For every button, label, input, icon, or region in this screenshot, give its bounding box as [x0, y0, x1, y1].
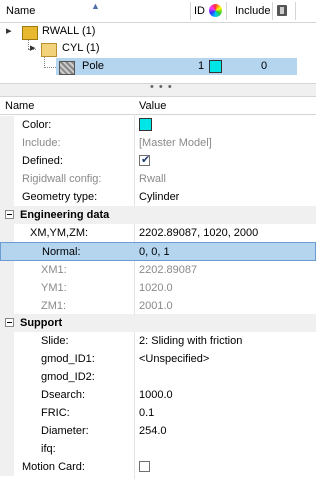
tree-row-cyl[interactable]: ▸ CYL (1) [0, 40, 316, 58]
prop-name: ZM1: [41, 300, 67, 312]
prop-row-ifq[interactable]: ifq: [0, 440, 316, 458]
section-title: Engineering data [20, 209, 110, 221]
prop-value: <Unspecified> [139, 353, 210, 365]
prop-name: Dsearch: [41, 389, 86, 401]
prop-name: Diameter: [41, 425, 89, 437]
property-grid-header: Name Value [0, 97, 316, 115]
prop-value: 2: Sliding with friction [139, 335, 243, 347]
section-engineering-data[interactable]: Engineering data [0, 206, 316, 224]
prop-name: Defined: [22, 155, 63, 167]
tree-label: Pole [82, 60, 105, 72]
tree-row-pole[interactable]: Pole 1 0 [0, 58, 316, 76]
rigidwall-icon [59, 61, 75, 75]
prop-value: 0.1 [139, 407, 155, 419]
collapse-section-icon[interactable] [5, 210, 14, 219]
splitter-grip: • • • [150, 81, 173, 93]
prop-name: XM,YM,ZM: [30, 227, 89, 239]
tree-header: ▲ Name ID Include [0, 0, 316, 23]
prop-value: 2202.89087, 1020, 2000 [139, 227, 259, 239]
prop-name: YM1: [41, 282, 67, 294]
prop-name: ifq: [41, 443, 56, 455]
prop-row-gmod-id1[interactable]: gmod_ID1: <Unspecified> [0, 350, 316, 368]
tree-column-name[interactable]: Name [6, 5, 35, 17]
section-support[interactable]: Support [0, 314, 316, 332]
prop-row-normal[interactable]: Normal: 0, 0, 1 [0, 242, 316, 261]
prop-row-dsearch[interactable]: Dsearch: 1000.0 [0, 386, 316, 404]
prop-row-defined[interactable]: Defined: ✔ [0, 152, 316, 170]
prop-row-geometry-type[interactable]: Geometry type: Cylinder [0, 188, 316, 206]
motion-card-checkbox[interactable] [139, 461, 150, 472]
prop-name: Normal: [42, 246, 81, 258]
prop-name: Rigidwall config: [22, 173, 102, 185]
prop-name: Color: [22, 119, 52, 131]
prop-row-motion-card[interactable]: Motion Card: [0, 458, 316, 476]
prop-value: 1020.0 [139, 282, 173, 294]
prop-row-color[interactable]: Color: [0, 116, 316, 134]
prop-value: 2202.89087 [139, 264, 198, 276]
prop-name: Motion Card: [22, 461, 85, 473]
prop-row-fric[interactable]: FRIC: 0.1 [0, 404, 316, 422]
prop-row-rigidwall-config[interactable]: Rigidwall config: Rwall [0, 170, 316, 188]
collapse-section-icon[interactable] [5, 318, 14, 327]
prop-row-slide[interactable]: Slide: 2: Sliding with friction [0, 332, 316, 350]
tree-column-include[interactable]: Include [235, 5, 270, 17]
prop-row-zm1[interactable]: ZM1: 2001.0 [0, 297, 316, 315]
color-swatch[interactable] [209, 60, 222, 73]
prop-row-xm1[interactable]: XM1: 2202.89087 [0, 261, 316, 279]
prop-value: 2001.0 [139, 300, 173, 312]
collapse-icon[interactable]: ▸ [30, 41, 36, 54]
folder-icon [22, 26, 38, 40]
prop-name: XM1: [41, 264, 67, 276]
prop-name: gmod_ID1: [41, 353, 95, 365]
prop-value: 0, 0, 1 [139, 246, 170, 258]
sort-ascending-icon[interactable]: ▲ [91, 1, 100, 11]
tree-column-id[interactable]: ID [194, 5, 205, 17]
part-icon[interactable] [277, 5, 287, 16]
tree-label: CYL (1) [62, 42, 100, 54]
color-wheel-icon[interactable] [209, 4, 222, 17]
prop-row-ym1[interactable]: YM1: 1020.0 [0, 279, 316, 297]
prop-row-diameter[interactable]: Diameter: 254.0 [0, 422, 316, 440]
defined-checkbox[interactable]: ✔ [139, 154, 150, 166]
section-title: Support [20, 317, 63, 329]
prop-row-include[interactable]: Include: [Master Model] [0, 134, 316, 152]
prop-name: Geometry type: [22, 191, 98, 203]
column-name-header[interactable]: Name [5, 100, 34, 112]
folder-icon [41, 43, 57, 57]
prop-row-xm-ym-zm[interactable]: XM,YM,ZM: 2202.89087, 1020, 2000 [0, 224, 316, 242]
prop-name: FRIC: [41, 407, 70, 419]
prop-value: Rwall [139, 173, 166, 185]
tree-label: RWALL (1) [42, 25, 96, 37]
prop-name: Include: [22, 137, 61, 149]
prop-name: Slide: [41, 335, 69, 347]
column-value-header[interactable]: Value [139, 100, 166, 112]
prop-value: [Master Model] [139, 137, 212, 149]
panel-splitter[interactable]: • • • [0, 81, 316, 97]
tree-row-rwall[interactable]: ▸ RWALL (1) [0, 23, 316, 41]
prop-value: Cylinder [139, 191, 180, 203]
color-swatch[interactable] [139, 118, 152, 131]
prop-name: gmod_ID2: [41, 371, 95, 383]
include-value: 0 [261, 60, 268, 72]
prop-value: 254.0 [139, 425, 167, 437]
id-value: 1 [198, 60, 205, 72]
prop-value: 1000.0 [139, 389, 173, 401]
collapse-icon[interactable]: ▸ [6, 24, 12, 37]
prop-row-gmod-id2[interactable]: gmod_ID2: [0, 368, 316, 386]
